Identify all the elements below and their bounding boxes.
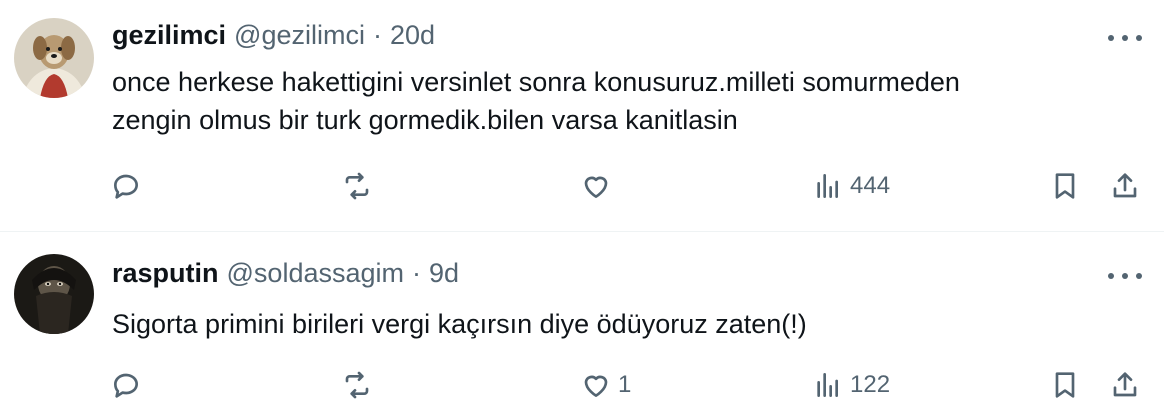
views-count: 122 <box>850 371 891 398</box>
heart-icon <box>584 176 608 198</box>
action-bar: 1 122 <box>0 365 1164 405</box>
more-dots-icon[interactable] <box>1108 266 1142 286</box>
bookmark-icon <box>1055 372 1075 398</box>
views-chart-icon <box>817 373 838 397</box>
share-icon <box>1113 173 1137 198</box>
reply-icon <box>114 174 138 199</box>
tweet-header: rasputin @soldassagim · 9d <box>112 258 459 294</box>
tweet-text-line: once herkese hakettigini versinlet sonra… <box>112 67 960 97</box>
separator: · <box>412 258 421 288</box>
action-bar: 444 <box>0 166 1164 206</box>
author-name[interactable]: gezilimci <box>112 20 226 51</box>
bookmark-button[interactable] <box>1049 365 1081 405</box>
retweet-icon <box>345 371 369 399</box>
author-handle[interactable]: @gezilimci <box>234 20 365 51</box>
tweet-text: once herkese hakettigini versinlet sonra… <box>112 63 1132 139</box>
retweet-icon <box>345 172 369 200</box>
heart-icon <box>584 375 608 397</box>
like-button[interactable] <box>580 166 618 206</box>
dog-avatar-image <box>14 18 94 98</box>
reply-button[interactable] <box>110 365 148 405</box>
views-button[interactable]: 444 <box>812 166 890 206</box>
views-count: 444 <box>850 172 891 199</box>
bookmark-icon <box>1055 173 1075 199</box>
timestamp[interactable]: 9d <box>429 258 459 289</box>
views-button[interactable]: 122 <box>812 365 890 405</box>
tweet-1[interactable]: gezilimci @gezilimci · 20d once herkese … <box>0 0 1164 232</box>
like-count: 1 <box>618 371 632 398</box>
views-chart-icon <box>817 174 838 198</box>
tweet-text-line: Sigorta primini birileri vergi kaçırsın … <box>112 309 807 339</box>
retweet-button[interactable] <box>341 365 379 405</box>
tweet-header: gezilimci @gezilimci · 20d <box>112 20 435 56</box>
author-name[interactable]: rasputin <box>112 258 219 289</box>
tweet-text-line: zengin olmus bir turk gormedik.bilen var… <box>112 105 738 135</box>
like-button[interactable]: 1 <box>580 365 631 405</box>
share-button[interactable] <box>1109 365 1141 405</box>
tweet-2[interactable]: rasputin @soldassagim · 9d Sigorta primi… <box>0 232 1164 418</box>
separator: · <box>372 20 382 50</box>
reply-icon <box>114 373 138 398</box>
timestamp[interactable]: 20d <box>390 20 435 51</box>
share-icon <box>1113 372 1137 397</box>
bookmark-button[interactable] <box>1049 166 1081 206</box>
more-dots-icon[interactable] <box>1108 28 1142 48</box>
share-button[interactable] <box>1109 166 1141 206</box>
author-handle[interactable]: @soldassagim <box>227 258 404 289</box>
retweet-button[interactable] <box>341 166 379 206</box>
avatar[interactable] <box>14 254 94 334</box>
tweet-text: Sigorta primini birileri vergi kaçırsın … <box>112 305 1132 343</box>
avatar[interactable] <box>14 18 94 98</box>
reply-button[interactable] <box>110 166 148 206</box>
bearded-man-avatar-image <box>14 254 94 334</box>
